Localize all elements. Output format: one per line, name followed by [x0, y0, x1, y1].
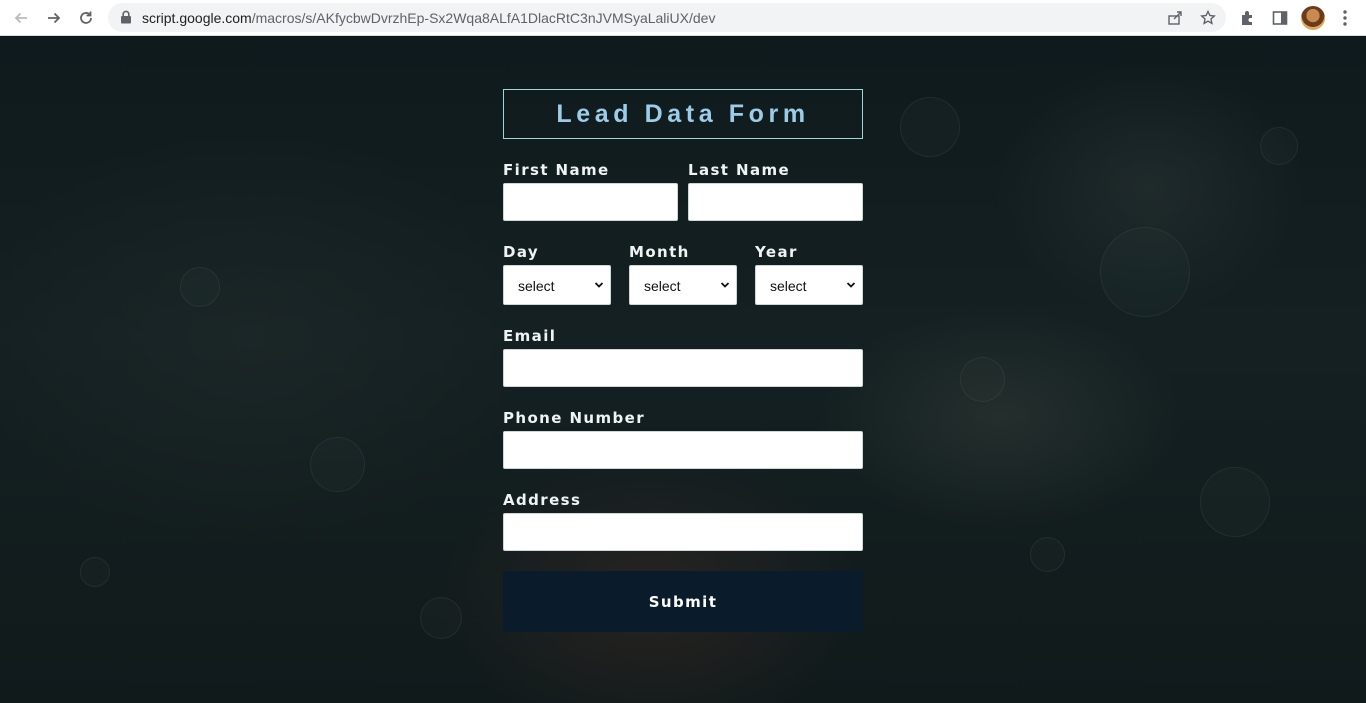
bubble-decoration: [960, 357, 1005, 402]
forward-icon: [48, 12, 61, 24]
bubble-decoration: [1030, 537, 1065, 572]
extensions-icon[interactable]: [1236, 6, 1260, 30]
phone-number-label: Phone Number: [503, 409, 646, 427]
day-select-value: select: [518, 278, 555, 294]
phone-number-input[interactable]: [503, 431, 863, 469]
side-panel-icon[interactable]: [1268, 6, 1292, 30]
back-icon: [14, 12, 27, 24]
bubble-decoration: [1100, 227, 1190, 317]
browser-toolbar: script.google.com/macros/s/AKfycbwDvrzhE…: [0, 0, 1366, 36]
last-name-label: Last Name: [688, 161, 791, 179]
address-input[interactable]: [503, 513, 863, 551]
email-input[interactable]: [503, 349, 863, 387]
bubble-decoration: [180, 267, 220, 307]
url-host: script.google.com: [142, 10, 252, 26]
last-name-input[interactable]: [688, 183, 863, 221]
first-name-label: First Name: [503, 161, 610, 179]
first-name-input[interactable]: [503, 183, 678, 221]
address-bar[interactable]: script.google.com/macros/s/AKfycbwDvrzhE…: [108, 3, 1226, 32]
chevron-down-icon: [594, 282, 604, 288]
chevron-down-icon: [846, 282, 856, 288]
url-path: /macros/s/AKfycbwDvrzhEp-Sx2Wqa8ALfA1Dla…: [251, 10, 716, 26]
day-select[interactable]: select: [503, 265, 611, 305]
url-text[interactable]: script.google.com/macros/s/AKfycbwDvrzhE…: [142, 10, 715, 26]
bubble-decoration: [900, 97, 960, 157]
forward-button[interactable]: [41, 5, 67, 31]
year-label: Year: [755, 243, 798, 261]
submit-button[interactable]: Submit: [503, 571, 863, 632]
month-label: Month: [629, 243, 690, 261]
profile-avatar[interactable]: [1301, 6, 1325, 30]
year-select[interactable]: select: [755, 265, 863, 305]
bubble-decoration: [1260, 127, 1298, 165]
bubble-decoration: [310, 437, 365, 492]
email-label: Email: [503, 327, 557, 345]
back-button[interactable]: [8, 5, 34, 31]
month-select[interactable]: select: [629, 265, 737, 305]
reload-button[interactable]: [73, 5, 99, 31]
reload-icon: [80, 11, 92, 24]
lock-icon[interactable]: [120, 10, 132, 24]
day-label: Day: [503, 243, 540, 261]
bubble-decoration: [420, 597, 462, 639]
menu-icon[interactable]: [1333, 6, 1357, 30]
star-icon[interactable]: [1198, 8, 1218, 28]
address-label: Address: [503, 491, 582, 509]
year-select-value: select: [770, 278, 807, 294]
bubble-decoration: [80, 557, 110, 587]
chevron-down-icon: [720, 282, 730, 288]
month-select-value: select: [644, 278, 681, 294]
form-title: Lead Data Form: [503, 89, 863, 139]
share-icon[interactable]: [1165, 8, 1185, 28]
bubble-decoration: [1200, 467, 1270, 537]
